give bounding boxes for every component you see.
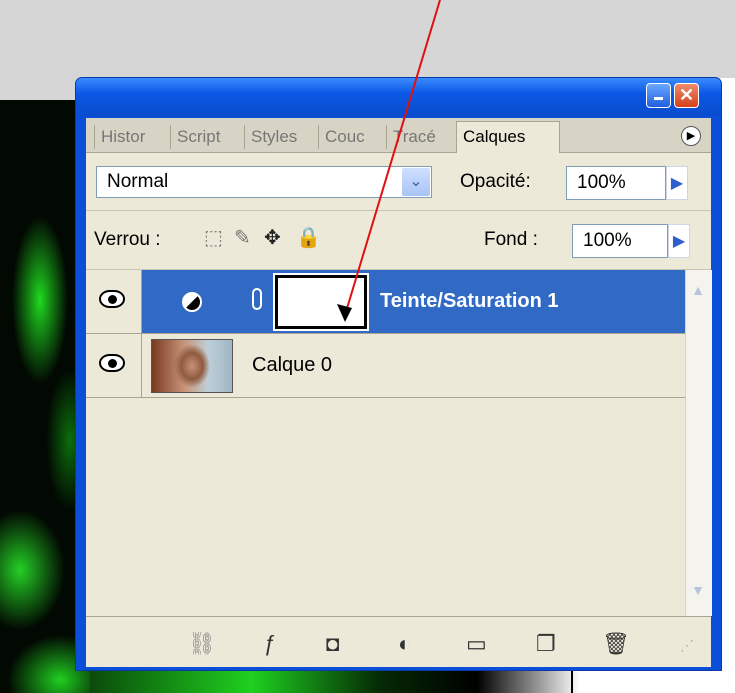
resize-grip-icon[interactable]: ⋰: [680, 637, 694, 654]
tab-paths[interactable]: Tracé: [386, 125, 461, 149]
scroll-up-icon[interactable]: ▲: [688, 280, 708, 300]
layer-row-hue-saturation[interactable]: Teinte/Saturation 1: [142, 270, 685, 334]
palette-menu-button[interactable]: ▶: [681, 126, 701, 146]
layer-name: Teinte/Saturation 1: [380, 290, 559, 312]
eye-icon: [99, 290, 125, 308]
tab-history[interactable]: Histor: [94, 125, 175, 149]
desktop-background-right: [720, 78, 735, 693]
canvas-divider: [571, 670, 573, 693]
lock-label: Verrou :: [94, 229, 161, 250]
add-mask-icon[interactable]: ◘: [326, 631, 339, 657]
layer-mask-thumbnail[interactable]: [273, 273, 369, 331]
trash-icon[interactable]: 🗑: [602, 631, 630, 657]
link-layers-icon[interactable]: ⛓: [188, 631, 216, 657]
layers-list: Teinte/Saturation 1 Calque 0 ▲ ▼: [86, 270, 712, 616]
blend-opacity-row: Normal ⌄ Opacité: 100% ▶: [86, 152, 711, 211]
lock-all-padlock-icon[interactable]: 🔒: [296, 225, 321, 250]
lock-transparency-icon[interactable]: ⬚: [204, 225, 223, 250]
layer-visibility-toggle[interactable]: [86, 270, 142, 334]
triangle-right-icon: ▶: [670, 175, 684, 192]
palette-titlebar[interactable]: ✕: [76, 78, 721, 116]
adjustment-layer-icon: [182, 292, 202, 312]
layer-visibility-toggle[interactable]: [86, 334, 142, 398]
layers-bottom-toolbar: ⛓ ƒ ◘ ◐ ▭ ❐ 🗑 ⋰: [86, 616, 711, 667]
fill-input[interactable]: 100%: [572, 224, 668, 258]
layer-style-icon[interactable]: ƒ: [264, 631, 276, 657]
fill-label: Fond :: [484, 229, 538, 250]
adjustment-layer-icon[interactable]: ◐: [398, 631, 411, 657]
palette-tabs: Histor Script Styles Couc Tracé Calques …: [86, 118, 711, 153]
desktop-background: [0, 0, 735, 78]
lock-pixels-brush-icon[interactable]: ✎: [234, 225, 251, 250]
blend-mode-select[interactable]: Normal ⌄: [96, 166, 432, 198]
minimize-button[interactable]: [646, 83, 671, 108]
close-button[interactable]: ✕: [674, 83, 699, 108]
opacity-label: Opacité:: [460, 171, 531, 192]
triangle-right-icon: ▶: [686, 130, 696, 142]
blend-mode-value: Normal: [107, 171, 169, 192]
chevron-down-icon[interactable]: ⌄: [402, 168, 430, 196]
layer-name: Calque 0: [252, 354, 333, 376]
close-icon: ✕: [678, 85, 695, 105]
layer-row-calque-0[interactable]: Calque 0: [142, 334, 685, 398]
opacity-slider-button[interactable]: ▶: [666, 166, 688, 200]
eye-icon: [99, 354, 125, 372]
opacity-input[interactable]: 100%: [566, 166, 666, 200]
document-canvas-bottom: [90, 670, 735, 693]
layer-thumbnail[interactable]: [151, 339, 233, 393]
tab-scripts[interactable]: Script: [170, 125, 249, 149]
layers-scrollbar[interactable]: ▲ ▼: [685, 270, 712, 616]
link-chain-icon[interactable]: [252, 288, 262, 310]
fill-slider-button[interactable]: ▶: [668, 224, 690, 258]
lock-fill-row: Verrou : ⬚ ✎ ✥ 🔒 Fond : 100% ▶: [86, 211, 711, 270]
layers-panel: Histor Script Styles Couc Tracé Calques …: [86, 118, 712, 667]
lock-position-move-icon[interactable]: ✥: [264, 225, 281, 250]
tab-styles[interactable]: Styles: [244, 125, 323, 149]
triangle-right-icon: ▶: [672, 233, 686, 250]
new-layer-icon[interactable]: ❐: [536, 631, 556, 657]
tab-channels[interactable]: Couc: [318, 125, 391, 149]
layers-palette-window: ✕ Histor Script Styles Couc Tracé Calque…: [76, 78, 721, 670]
new-group-folder-icon[interactable]: ▭: [466, 631, 487, 657]
tab-layers[interactable]: Calques: [456, 121, 560, 153]
scroll-down-icon[interactable]: ▼: [688, 580, 708, 600]
